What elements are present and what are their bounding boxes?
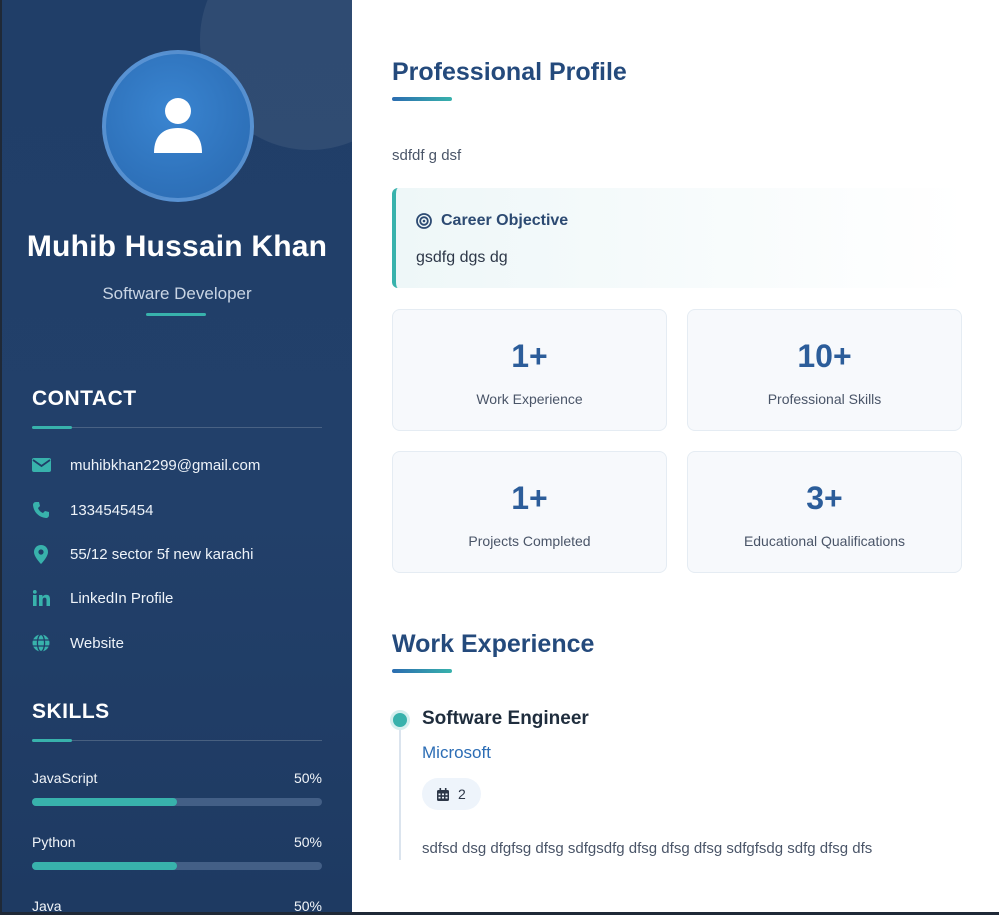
contact-phone[interactable]: 1334545454 bbox=[30, 498, 330, 522]
skill-bar-fill bbox=[32, 862, 177, 870]
contact-website[interactable]: Website bbox=[30, 631, 330, 655]
skill-name: Python bbox=[32, 834, 76, 850]
sidebar: Muhib Hussain Khan Software Developer CO… bbox=[2, 0, 352, 912]
career-objective-text: gsdfg dgs dg bbox=[416, 249, 508, 266]
timeline-line bbox=[399, 720, 401, 860]
job-duration-text: 2 bbox=[458, 786, 466, 802]
timeline-dot bbox=[390, 710, 410, 730]
professional-profile-heading: Professional Profile bbox=[392, 58, 627, 86]
skill-item: Java 50% bbox=[32, 898, 322, 912]
profile-title: Software Developer bbox=[102, 284, 252, 303]
stat-card-projects-completed: 1+ Projects Completed bbox=[392, 451, 667, 573]
career-objective-title: Career Objective bbox=[416, 212, 568, 230]
skills-heading: SKILLS bbox=[32, 700, 110, 723]
career-objective-card: Career Objective gsdfg dgs dg bbox=[392, 188, 966, 288]
contact-email-text: muhibkhan2299@gmail.com bbox=[70, 456, 261, 474]
skill-name: JavaScript bbox=[32, 770, 98, 786]
phone-icon bbox=[30, 499, 52, 521]
skill-item: JavaScript 50% bbox=[32, 770, 322, 806]
skills-accent bbox=[32, 739, 72, 742]
location-pin-icon bbox=[30, 543, 52, 565]
calendar-icon bbox=[437, 787, 449, 801]
skill-name: Java bbox=[32, 898, 62, 912]
contact-phone-text: 1334545454 bbox=[70, 501, 154, 519]
skill-item: Python 50% bbox=[32, 834, 322, 870]
stat-card-educational-qualifications: 3+ Educational Qualifications bbox=[687, 451, 962, 573]
job-description: sdfsd dsg dfgfsg dfsg sdfgsdfg dfsg dfsg… bbox=[422, 840, 873, 857]
stat-label: Professional Skills bbox=[767, 391, 882, 407]
skill-bar-fill bbox=[32, 798, 177, 806]
job-duration-badge: 2 bbox=[422, 778, 481, 810]
skill-percent: 50% bbox=[293, 898, 322, 912]
profile-name: Muhib Hussain Khan bbox=[26, 230, 328, 263]
skill-bar-track bbox=[32, 798, 322, 806]
work-experience-heading: Work Experience bbox=[392, 630, 595, 658]
stat-value: 3+ bbox=[806, 480, 843, 516]
contact-website-text: Website bbox=[70, 634, 124, 652]
stat-card-professional-skills: 10+ Professional Skills bbox=[687, 309, 962, 431]
envelope-icon bbox=[30, 454, 52, 476]
avatar bbox=[102, 50, 254, 202]
contact-heading: CONTACT bbox=[32, 387, 137, 410]
profile-summary: sdfdf g dsf bbox=[392, 147, 462, 164]
user-icon bbox=[154, 98, 202, 153]
skills-divider bbox=[32, 740, 322, 741]
stat-value: 10+ bbox=[797, 338, 852, 374]
job-title: Software Engineer bbox=[422, 708, 589, 729]
stat-value: 1+ bbox=[511, 480, 548, 516]
skill-percent: 50% bbox=[293, 834, 322, 850]
contact-divider bbox=[32, 427, 322, 428]
stat-card-work-experience: 1+ Work Experience bbox=[392, 309, 667, 431]
stat-label: Projects Completed bbox=[468, 533, 591, 549]
contact-accent bbox=[32, 426, 72, 429]
career-objective-label: Career Objective bbox=[441, 212, 569, 229]
heading-accent bbox=[392, 97, 452, 101]
contact-linkedin-text: LinkedIn Profile bbox=[70, 589, 174, 607]
stat-value: 1+ bbox=[511, 338, 548, 374]
globe-icon bbox=[30, 632, 52, 654]
job-company: Microsoft bbox=[422, 743, 491, 762]
target-icon bbox=[416, 213, 432, 229]
contact-address-text: 55/12 sector 5f new karachi bbox=[70, 545, 254, 563]
skill-bar-track bbox=[32, 862, 322, 870]
stat-label: Educational Qualifications bbox=[743, 533, 906, 549]
stat-label: Work Experience bbox=[476, 391, 583, 407]
linkedin-icon bbox=[30, 587, 52, 609]
main-content: Professional Profile sdfdf g dsf Career … bbox=[352, 0, 999, 912]
contact-linkedin[interactable]: LinkedIn Profile bbox=[30, 586, 330, 610]
skill-percent: 50% bbox=[293, 770, 322, 786]
heading-accent bbox=[392, 669, 452, 673]
name-underline bbox=[146, 313, 206, 316]
contact-email[interactable]: muhibkhan2299@gmail.com bbox=[30, 453, 330, 477]
contact-address: 55/12 sector 5f new karachi bbox=[30, 542, 330, 566]
